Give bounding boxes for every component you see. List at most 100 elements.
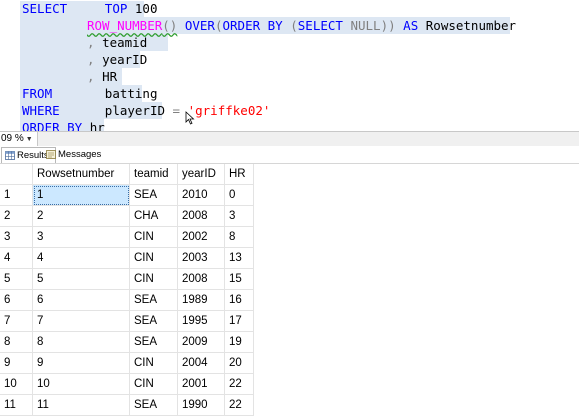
cell-hr[interactable]: 16 <box>224 289 254 311</box>
cell-yearid[interactable]: 2002 <box>177 226 225 248</box>
row-number[interactable]: 4 <box>0 247 33 269</box>
keyword-over: OVER <box>184 18 215 33</box>
keyword-null: NULL <box>350 18 381 33</box>
column-header-teamid[interactable]: teamid <box>129 164 178 185</box>
chevron-down-icon: ▼ <box>25 136 33 143</box>
text-cursor-icon <box>185 111 195 125</box>
cell-teamid[interactable]: CHA <box>129 205 178 227</box>
column-header-yearid[interactable]: yearID <box>177 164 225 185</box>
row-number[interactable]: 10 <box>0 373 33 395</box>
grid-header-row: Rowsetnumber teamid yearID HR <box>0 164 254 185</box>
cell-hr[interactable]: 13 <box>224 247 254 269</box>
top-count: 100 <box>134 1 158 16</box>
table-row: 4 4 CIN 2003 13 <box>0 247 254 269</box>
row-number[interactable]: 8 <box>0 331 33 353</box>
row-number[interactable]: 2 <box>0 205 33 227</box>
cell-yearid[interactable]: 2001 <box>177 373 225 395</box>
cell-yearid[interactable]: 1995 <box>177 310 225 332</box>
keyword-where: WHERE <box>22 103 60 118</box>
cell-rowsetnumber[interactable]: 4 <box>32 247 130 269</box>
row-number[interactable]: 11 <box>0 394 33 416</box>
cell-hr[interactable]: 17 <box>224 310 254 332</box>
cell-teamid[interactable]: SEA <box>129 310 178 332</box>
table-row: 9 9 CIN 2004 20 <box>0 352 254 374</box>
cell-rowsetnumber[interactable]: 5 <box>32 268 130 290</box>
column-hr: HR <box>102 69 118 84</box>
cell-yearid[interactable]: 2004 <box>177 352 225 374</box>
zoom-dropdown[interactable]: 09 % ▼ <box>0 132 38 146</box>
cell-yearid[interactable]: 2009 <box>177 331 225 353</box>
results-tab-bar: Results Messages <box>0 146 579 164</box>
cell-hr[interactable]: 22 <box>224 373 254 395</box>
query-editor[interactable]: SELECT TOP 100 ROW_NUMBER() OVER(ORDER B… <box>0 0 579 135</box>
table-batting: batting <box>104 86 158 101</box>
cell-yearid[interactable]: 1990 <box>177 394 225 416</box>
cell-teamid[interactable]: SEA <box>129 331 178 353</box>
table-row: 5 5 CIN 2008 15 <box>0 268 254 290</box>
code-line-7: WHERE playerID = 'griffke02' <box>22 102 270 119</box>
comma: , <box>87 69 95 84</box>
cell-yearid[interactable]: 2008 <box>177 268 225 290</box>
keyword-order-by: ORDER BY <box>222 18 283 33</box>
row-number[interactable]: 1 <box>0 184 33 206</box>
row-number[interactable]: 6 <box>0 289 33 311</box>
operator-equals: = <box>172 103 181 118</box>
cell-teamid[interactable]: CIN <box>129 247 178 269</box>
alias-rowsetnumber: Rowsetnumber <box>425 18 517 33</box>
cell-teamid[interactable]: SEA <box>129 394 178 416</box>
row-number[interactable]: 7 <box>0 310 33 332</box>
cell-hr[interactable]: 19 <box>224 331 254 353</box>
paren: ( <box>214 18 223 33</box>
cell-yearid[interactable]: 2008 <box>177 205 225 227</box>
row-number[interactable]: 5 <box>0 268 33 290</box>
cell-rowsetnumber[interactable]: 11 <box>32 394 130 416</box>
tab-messages-label: Messages <box>58 149 102 160</box>
column-header-hr[interactable]: HR <box>224 164 254 185</box>
cell-teamid[interactable]: CIN <box>129 268 178 290</box>
paren: )) <box>380 18 396 33</box>
cell-hr[interactable]: 22 <box>224 394 254 416</box>
cell-teamid[interactable]: CIN <box>129 352 178 374</box>
cell-teamid[interactable]: SEA <box>129 289 178 311</box>
row-number-header[interactable] <box>0 164 33 185</box>
cell-hr[interactable]: 0 <box>224 184 254 206</box>
grid-icon <box>5 151 15 160</box>
keyword-top: TOP <box>104 1 128 16</box>
cell-yearid[interactable]: 2003 <box>177 247 225 269</box>
function-row-number: ROW_NUMBER <box>87 18 163 33</box>
cell-teamid[interactable]: CIN <box>129 373 178 395</box>
zoom-level: 09 % <box>1 133 24 144</box>
row-number[interactable]: 3 <box>0 226 33 248</box>
paren: () <box>162 18 178 33</box>
cell-rowsetnumber[interactable]: 8 <box>32 331 130 353</box>
cell-rowsetnumber[interactable]: 10 <box>32 373 130 395</box>
table-row: 3 3 CIN 2002 8 <box>0 226 254 248</box>
string-literal: 'griffke02' <box>187 103 271 118</box>
cell-yearid[interactable]: 2010 <box>177 184 225 206</box>
code-line-4: , yearID <box>87 51 147 68</box>
cell-rowsetnumber[interactable]: 7 <box>32 310 130 332</box>
comma: , <box>87 52 95 67</box>
tab-messages[interactable]: Messages <box>43 147 108 162</box>
cell-hr[interactable]: 20 <box>224 352 254 374</box>
cell-rowsetnumber[interactable]: 9 <box>32 352 130 374</box>
code-line-2: ROW_NUMBER() OVER(ORDER BY (SELECT NULL)… <box>87 17 516 34</box>
cell-rowsetnumber[interactable]: 6 <box>32 289 130 311</box>
cell-hr[interactable]: 3 <box>224 205 254 227</box>
row-number[interactable]: 9 <box>0 352 33 374</box>
cell-yearid[interactable]: 1989 <box>177 289 225 311</box>
column-header-rowsetnumber[interactable]: Rowsetnumber <box>32 164 130 185</box>
cell-hr[interactable]: 8 <box>224 226 254 248</box>
cell-hr[interactable]: 15 <box>224 268 254 290</box>
keyword-select-inner: SELECT <box>297 18 343 33</box>
code-line-5: , HR <box>87 68 117 85</box>
cell-rowsetnumber[interactable]: 2 <box>32 205 130 227</box>
cell-teamid[interactable]: CIN <box>129 226 178 248</box>
column-teamid: teamid <box>102 35 148 50</box>
code-line-3: , teamid <box>87 34 147 51</box>
results-grid[interactable]: Rowsetnumber teamid yearID HR 1 1 SEA 20… <box>0 164 579 416</box>
cell-teamid[interactable]: SEA <box>129 184 178 206</box>
cell-rowsetnumber[interactable]: 1 <box>32 184 130 206</box>
cell-rowsetnumber[interactable]: 3 <box>32 226 130 248</box>
table-row: 7 7 SEA 1995 17 <box>0 310 254 332</box>
